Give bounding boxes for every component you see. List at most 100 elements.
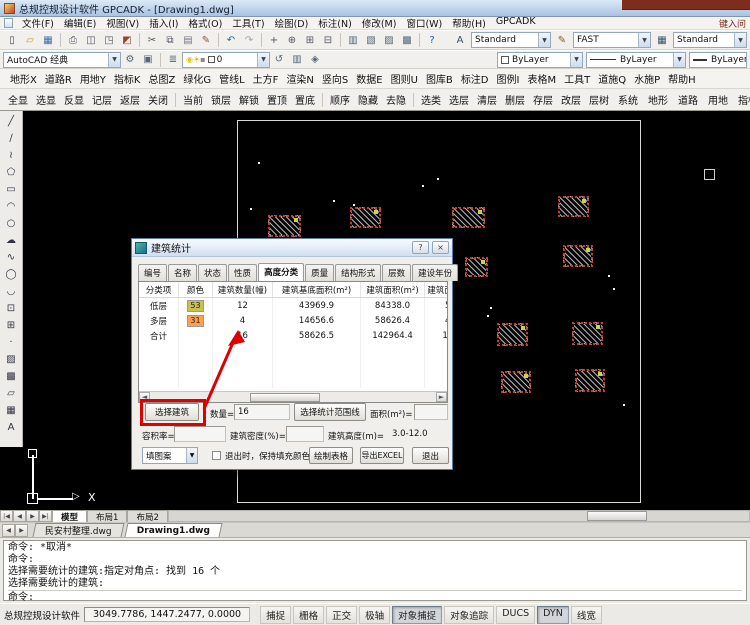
linetype-combo[interactable]: ByLayer▼ [586,52,686,68]
status-toggle-线宽[interactable]: 线宽 [571,606,602,624]
zoom-realtime-icon[interactable]: ⊕ [283,32,301,48]
layer-tool-item[interactable]: 存层 [529,92,557,107]
menu-item[interactable]: GPCADK [491,16,541,30]
height-field[interactable]: 3.0-12.0 [388,426,448,442]
keep-fill-checkbox[interactable] [212,451,221,460]
exit-button[interactable]: 退出 [412,447,449,464]
gpc-menu-item[interactable]: 标注D [457,71,493,86]
tool-palettes-icon[interactable]: ▨ [380,32,398,48]
table-row[interactable] [139,373,447,388]
canvas-hscrollbar[interactable] [168,510,750,522]
count-field[interactable]: 16 [234,404,290,420]
layer-tool-item[interactable]: 清层 [473,92,501,107]
layer-combo[interactable]: ◉ ☀ ▪ 0 ▼ [182,52,270,68]
layout-tab-布局1[interactable]: 布局1 [87,510,127,522]
make-block-icon[interactable]: ⊞ [2,317,21,334]
fill-pattern-combo[interactable]: 填图案▼ [142,447,198,464]
layer-tool-item[interactable]: 顺序 [326,92,354,107]
table-header-cell[interactable]: 分类项 [139,282,179,297]
designcenter-icon[interactable]: ▧ [362,32,380,48]
dialog-tab-8[interactable]: 层数 [382,264,411,281]
menu-item[interactable]: 文件(F) [17,16,59,30]
dialog-tab-7[interactable]: 结构形式 [335,264,381,281]
next-tab-icon[interactable]: ▶ [26,510,39,522]
dialog-tab-1[interactable]: 编号 [138,264,167,281]
layer-tool-item[interactable]: 隐藏 [354,92,382,107]
layer-tool-item[interactable]: 去隐 [382,92,410,107]
match-properties-icon[interactable]: ✎ [197,32,215,48]
hatch-icon[interactable]: ▨ [2,351,21,368]
table-row[interactable]: 低层531243969.984338.059.0 [139,298,447,313]
dialog-help-button[interactable]: ? [412,241,429,254]
status-toggle-正交[interactable]: 正交 [326,606,357,624]
scrollbar-thumb[interactable] [250,393,320,402]
gpc-tool-item[interactable]: 道路 [673,92,703,107]
copy-icon[interactable]: ⧉ [161,32,179,48]
first-tab-icon[interactable]: |◀ [0,510,13,522]
text-style-icon[interactable]: A [451,32,469,48]
chevron-down-icon[interactable]: ▼ [538,33,550,47]
save-icon[interactable]: ▦ [39,32,57,48]
layer-isolate-icon[interactable]: ◈ [306,52,324,68]
menu-item[interactable]: 工具(T) [227,16,269,30]
region-icon[interactable]: ▱ [2,385,21,402]
layer-tool-item[interactable]: 置底 [291,92,319,107]
zoom-window-icon[interactable]: ⊞ [301,32,319,48]
table-header-cell[interactable]: 颜色 [179,282,213,297]
gpc-menu-item[interactable]: 土方F [249,71,283,86]
table-header-cell[interactable]: 建筑数量(幢) [213,282,273,297]
building-footprint[interactable] [452,207,485,228]
table-icon[interactable]: ▦ [2,402,21,419]
layer-tool-item[interactable]: 记层 [88,92,116,107]
command-prompt[interactable]: 命令: [8,590,742,604]
table-style-combo[interactable]: Standard▼ [673,32,747,48]
gradient-icon[interactable]: ▩ [2,368,21,385]
dialog-tab-4[interactable]: 性质 [228,264,257,281]
table-row[interactable] [139,343,447,358]
dialog-tab-5[interactable]: 高度分类 [258,263,304,281]
zoom-previous-icon[interactable]: ⊟ [319,32,337,48]
layer-tool-item[interactable]: 置顶 [263,92,291,107]
menu-item[interactable]: 绘图(D) [270,16,314,30]
revcloud-icon[interactable]: ☁ [2,232,21,249]
redo-icon[interactable]: ↷ [240,32,258,48]
gpc-menu-item[interactable]: 图则U [387,71,422,86]
quickcalc-icon[interactable]: ▩ [398,32,416,48]
plot-icon[interactable]: ⎙ [64,32,82,48]
building-footprint[interactable] [497,323,528,346]
cut-icon[interactable]: ✂ [143,32,161,48]
lineweight-combo[interactable]: ByLayer [689,52,747,68]
layer-tool-item[interactable]: 返层 [116,92,144,107]
building-footprint[interactable] [572,322,603,345]
status-toggle-栅格[interactable]: 栅格 [293,606,324,624]
table-style-icon[interactable]: ▦ [653,32,671,48]
insert-block-icon[interactable]: ⊡ [2,300,21,317]
gpc-tool-item[interactable]: 用地 [703,92,733,107]
scrollbar-thumb[interactable] [587,511,647,521]
stats-table[interactable]: 分类项颜色建筑数量(幢)建筑基底面积(m²)建筑面积(m²)建筑面积比例(低层5… [138,281,448,403]
table-header-cell[interactable]: 建筑面积比例( [425,282,448,297]
building-footprint[interactable] [563,245,593,267]
building-footprint[interactable] [465,257,488,277]
chevron-down-icon[interactable]: ▼ [570,53,582,67]
menu-item[interactable]: 标注(N) [313,16,357,30]
layout-tab-布局2[interactable]: 布局2 [127,510,167,522]
layer-tool-item[interactable]: 改层 [557,92,585,107]
last-tab-icon[interactable]: ▶| [39,510,52,522]
new-file-icon[interactable]: ▯ [3,32,21,48]
properties-icon[interactable]: ▥ [344,32,362,48]
layer-manager-icon[interactable]: ≣ [164,52,182,68]
polyline-icon[interactable]: ≀ [2,147,21,164]
undo-icon[interactable]: ↶ [222,32,240,48]
gpc-tool-item[interactable]: 地形 [643,92,673,107]
building-footprint[interactable] [501,371,531,393]
gpc-menu-item[interactable]: 工具T [560,71,594,86]
prev-tab-icon[interactable]: ◀ [13,510,26,522]
pan-icon[interactable]: + [265,32,283,48]
menu-item[interactable]: 格式(O) [183,16,227,30]
building-footprint[interactable] [350,207,381,228]
table-header-cell[interactable]: 建筑基底面积(m²) [273,282,361,297]
status-coordinates[interactable]: 3049.7786, 1447.2477, 0.0000 [84,607,250,622]
layer-previous-icon[interactable]: ↺ [270,52,288,68]
paste-icon[interactable]: ▤ [179,32,197,48]
